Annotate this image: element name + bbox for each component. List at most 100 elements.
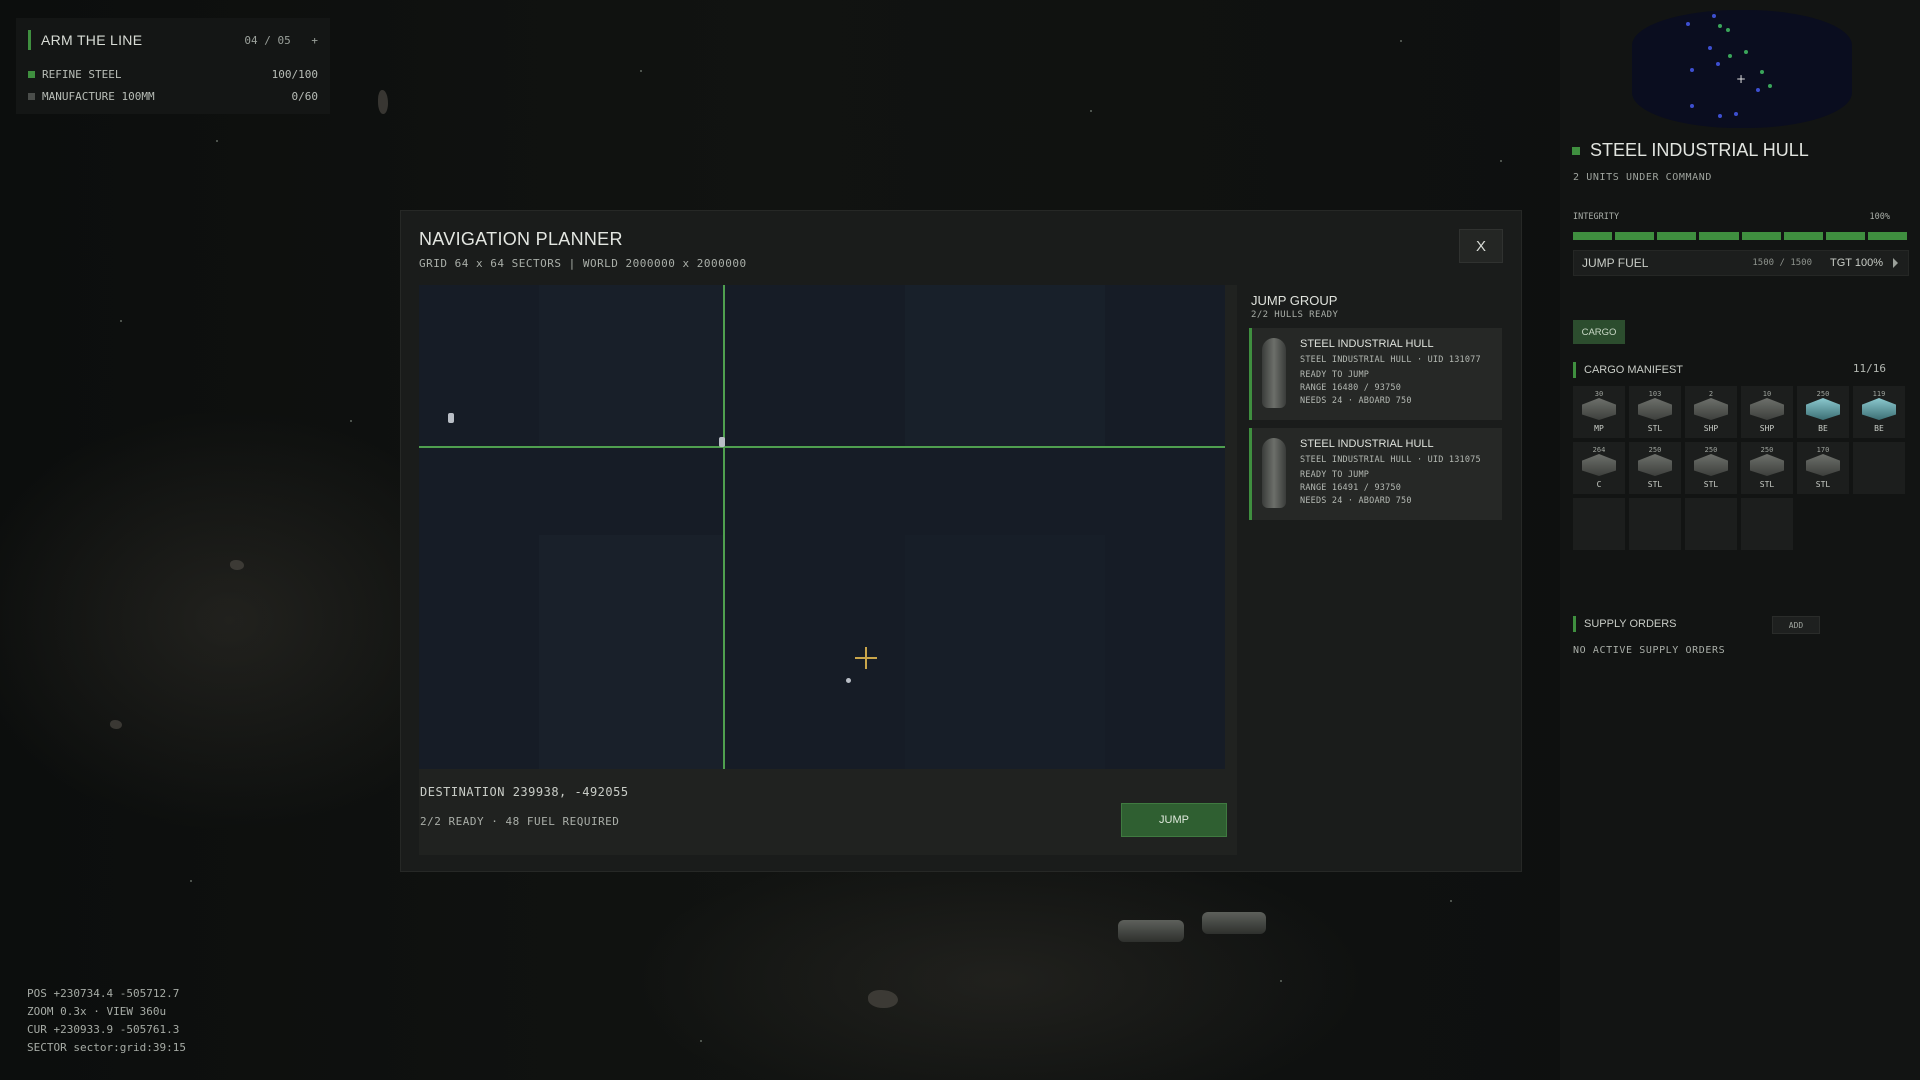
radar-contact <box>1768 84 1772 88</box>
radar-minimap[interactable]: + <box>1632 10 1852 128</box>
integrity-segment <box>1615 232 1655 240</box>
no-supply-orders: NO ACTIVE SUPPLY ORDERS <box>1573 645 1726 656</box>
grid-cell <box>905 285 1105 447</box>
integrity-label: INTEGRITY <box>1573 212 1620 222</box>
crate-icon <box>1862 398 1896 420</box>
star <box>350 420 352 422</box>
hull-marker[interactable] <box>719 437 725 447</box>
cargo-label: C <box>1596 480 1602 489</box>
star <box>1090 110 1092 112</box>
sector-grid-map[interactable] <box>419 285 1225 769</box>
star <box>700 1040 702 1042</box>
crate-icon <box>1806 398 1840 420</box>
fuel-value: 1500 / 1500 <box>1752 258 1812 268</box>
hull-status: READY TO JUMP <box>1300 370 1370 380</box>
unit-side-panel: + STEEL INDUSTRIAL HULL 2 UNITS UNDER CO… <box>1560 0 1920 1080</box>
cargo-label: SHP <box>1759 424 1775 433</box>
hull-name: STEEL INDUSTRIAL HULL <box>1300 338 1434 350</box>
integrity-segment <box>1783 232 1823 240</box>
cargo-label: STL <box>1647 424 1663 433</box>
crate-icon <box>1638 454 1672 476</box>
navigation-planner-modal: NAVIGATION PLANNER GRID 64 x 64 SECTORS … <box>400 210 1522 872</box>
cargo-slot[interactable]: 30 MP <box>1573 386 1625 438</box>
radar-contact <box>1712 14 1716 18</box>
close-button[interactable]: X <box>1459 229 1503 263</box>
quest-progress: 04 / 05 <box>244 33 291 47</box>
cargo-label: STL <box>1647 480 1663 489</box>
cargo-slot[interactable]: 250 STL <box>1629 442 1681 494</box>
task-label: MANUFACTURE 100MM <box>42 89 155 103</box>
tab-cargo[interactable]: CARGO <box>1573 320 1625 344</box>
cargo-qty: 250 <box>1704 446 1718 454</box>
cargo-slot[interactable]: 250 STL <box>1741 442 1793 494</box>
cargo-slot[interactable]: 170 STL <box>1797 442 1849 494</box>
star <box>190 880 192 882</box>
hull-marker[interactable] <box>448 413 454 423</box>
pos-readout: POS +230734.4 -505712.7 <box>27 987 180 1000</box>
crate-icon <box>1694 398 1728 420</box>
jump-group-subtitle: 2/2 HULLS READY <box>1251 310 1339 320</box>
cargo-slot[interactable]: 2 SHP <box>1685 386 1737 438</box>
radar-contact <box>1690 104 1694 108</box>
object-dot <box>846 678 851 683</box>
cargo-slot[interactable]: 103 STL <box>1629 386 1681 438</box>
cargo-slot-empty[interactable] <box>1853 442 1905 494</box>
task-value: 100/100 <box>271 67 318 81</box>
grid-cell <box>539 535 723 769</box>
task-done-icon <box>28 70 35 78</box>
crate-icon <box>1750 398 1784 420</box>
unit-status-icon <box>1572 146 1580 155</box>
selected-row-line <box>419 446 1225 448</box>
hull-range: RANGE 16491 / 93750 <box>1300 483 1402 493</box>
ship-sprite[interactable] <box>1118 920 1184 942</box>
cargo-qty: 250 <box>1816 390 1830 398</box>
unit-title-row: STEEL INDUSTRIAL HULL <box>1572 140 1809 161</box>
integrity-segment <box>1825 232 1865 240</box>
cargo-label: MP <box>1594 424 1604 433</box>
jump-button[interactable]: JUMP <box>1121 803 1227 837</box>
crate-icon <box>1582 454 1616 476</box>
cargo-slot[interactable]: 250 STL <box>1685 442 1737 494</box>
quest-header: ARM THE LINE 04 / 05 + <box>28 30 318 50</box>
radar-contact <box>1718 114 1722 118</box>
hull-card[interactable]: STEEL INDUSTRIAL HULL STEEL INDUSTRIAL H… <box>1249 428 1502 520</box>
radar-contact <box>1716 62 1720 66</box>
radar-center-icon: + <box>1736 72 1747 86</box>
add-supply-order-button[interactable]: ADD <box>1772 616 1820 634</box>
ship-sprite[interactable] <box>1202 912 1266 934</box>
hull-name: STEEL INDUSTRIAL HULL <box>1300 438 1434 450</box>
zoom-readout: ZOOM 0.3x · VIEW 360u <box>27 1005 167 1018</box>
cargo-manifest-title: CARGO MANIFEST <box>1573 362 1683 378</box>
chevron-right-icon[interactable] <box>1893 258 1898 268</box>
cargo-slot-empty[interactable] <box>1741 498 1793 550</box>
jump-group-title: JUMP GROUP <box>1251 293 1338 308</box>
integrity-value: 100% <box>1869 212 1890 222</box>
hull-card[interactable]: STEEL INDUSTRIAL HULL STEEL INDUSTRIAL H… <box>1249 328 1502 420</box>
cargo-count: 11/16 <box>1852 362 1886 375</box>
cargo-slot-empty[interactable] <box>1573 498 1625 550</box>
cursor-readout: CUR +230933.9 -505761.3 <box>27 1023 180 1036</box>
cargo-qty: 250 <box>1648 446 1662 454</box>
cargo-slot[interactable]: 250 BE <box>1797 386 1849 438</box>
integrity-segment <box>1573 232 1613 240</box>
cargo-slot[interactable]: 264 C <box>1573 442 1625 494</box>
cargo-label: SHP <box>1703 424 1719 433</box>
cargo-slot-empty[interactable] <box>1685 498 1737 550</box>
hull-needs: NEEDS 24 · ABOARD 750 <box>1300 396 1412 406</box>
radar-contact <box>1728 54 1732 58</box>
selected-column-line <box>723 285 725 769</box>
grid-cell <box>905 535 1105 769</box>
asteroid <box>868 990 898 1008</box>
cargo-slot[interactable]: 119 BE <box>1853 386 1905 438</box>
quest-expand-button[interactable]: + <box>311 34 318 47</box>
cargo-slot[interactable]: 10 SHP <box>1741 386 1793 438</box>
star <box>1500 160 1502 162</box>
supply-orders-title: SUPPLY ORDERS <box>1573 616 1677 632</box>
crate-icon <box>1750 454 1784 476</box>
star <box>1450 900 1452 902</box>
quest-task: MANUFACTURE 100MM 0/60 <box>28 88 318 104</box>
quest-progress-group: 04 / 05 + <box>244 34 318 47</box>
star <box>216 140 218 142</box>
jump-fuel-row[interactable]: JUMP FUEL 1500 / 1500 TGT 100% <box>1573 250 1909 276</box>
cargo-slot-empty[interactable] <box>1629 498 1681 550</box>
